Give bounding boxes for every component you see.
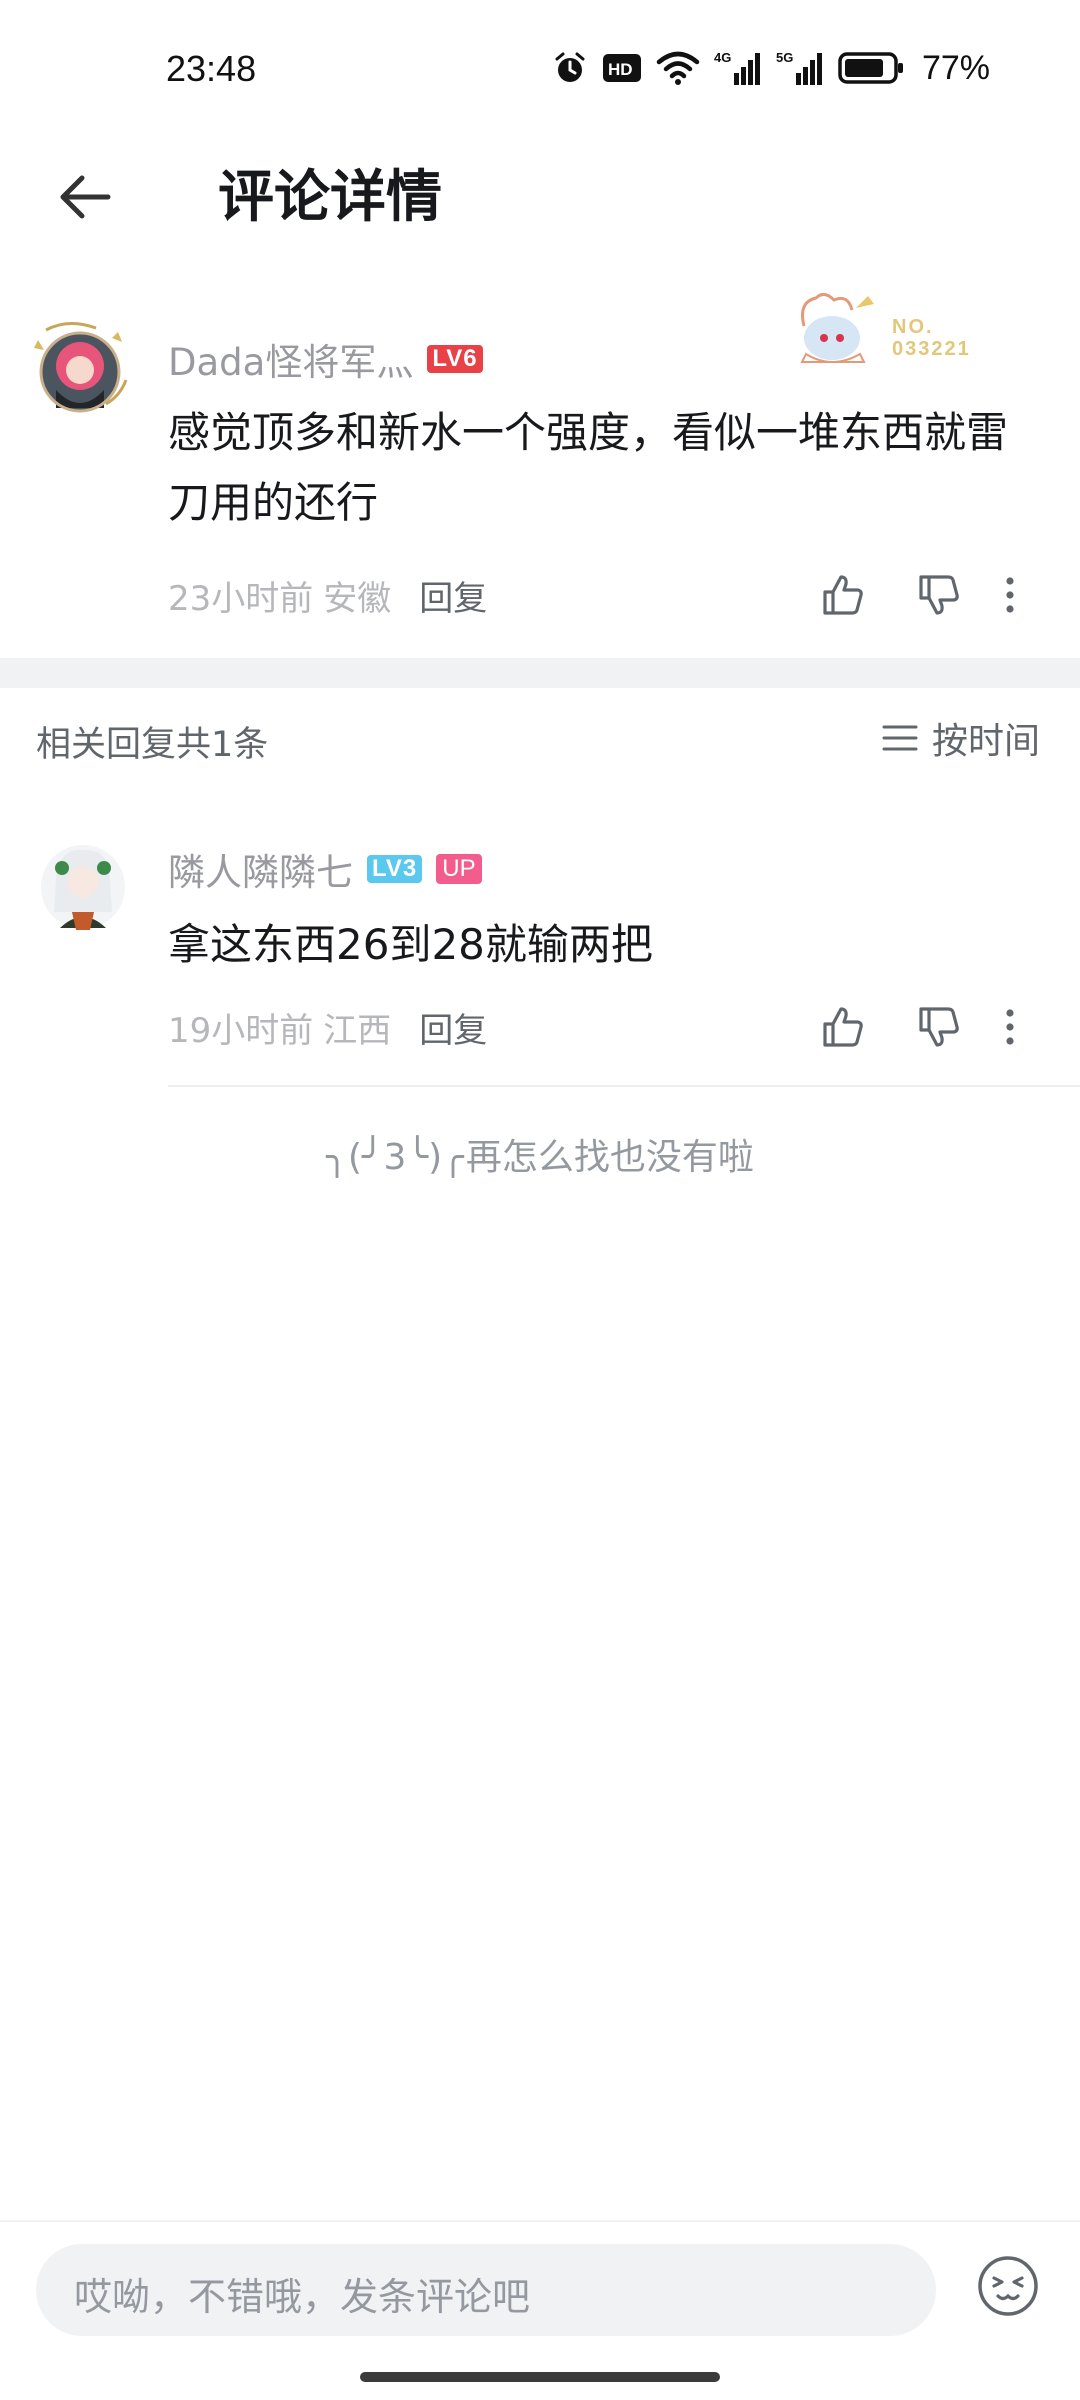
- reply-button[interactable]: 回复: [419, 1003, 487, 1052]
- comment-meta: 23小时前 安徽 回复: [168, 570, 1048, 620]
- username-text: 隣人隣隣七: [168, 851, 353, 894]
- reply-time: 19小时前: [168, 1010, 314, 1051]
- reply-text: 拿这东西26到28就输两把: [168, 920, 653, 969]
- thumbs-up-icon: [823, 1007, 863, 1047]
- reply-separator: [168, 1085, 1080, 1087]
- more-button[interactable]: [990, 564, 1030, 626]
- thumbs-down-icon: [919, 575, 959, 615]
- replies-header: 相关回复共1条 按时间: [0, 688, 1080, 792]
- status-bar: 23:48 HD 4G 5G 77%: [0, 0, 1080, 140]
- avatar[interactable]: [28, 320, 132, 424]
- level-badge: LV3: [367, 855, 423, 883]
- more-vertical-icon: [1006, 577, 1014, 613]
- comment-input-bar: 哎呦，不错哦，发条评论吧: [0, 2220, 1080, 2400]
- fan-badge: NO. 033221: [790, 288, 1010, 372]
- avatar[interactable]: [38, 842, 128, 932]
- thumbs-down-icon: [919, 1007, 959, 1047]
- dislike-button[interactable]: [908, 564, 970, 626]
- hd-icon: HD: [602, 54, 641, 82]
- section-divider: [0, 658, 1080, 688]
- status-icons: HD 4G 5G 77%: [552, 46, 990, 90]
- comment-actions: [812, 564, 1030, 626]
- thumbs-up-icon: [823, 575, 863, 615]
- arrow-left-icon: [60, 175, 111, 219]
- signal-5g-icon: 5G: [776, 50, 822, 85]
- reply-item: 隣人隣隣七 LV3 UP 拿这东西26到28就输两把 19小时前 江西 回复: [0, 820, 1080, 1087]
- battery-percentage: 77%: [921, 48, 990, 87]
- signal-4g-icon: 4G: [714, 50, 760, 85]
- more-button[interactable]: [990, 996, 1030, 1058]
- wifi-icon: [656, 51, 700, 85]
- battery-icon: [838, 52, 903, 84]
- reply-location: 江西: [323, 1010, 392, 1051]
- reply-button[interactable]: 回复: [419, 571, 487, 620]
- list-icon: [882, 725, 918, 751]
- status-time: 23:48: [166, 48, 257, 89]
- alarm-icon: [555, 52, 585, 82]
- dislike-button[interactable]: [908, 996, 970, 1058]
- reply-meta: 19小时前 江西 回复: [168, 1002, 1048, 1052]
- svg-text:4G: 4G: [714, 50, 731, 65]
- like-button[interactable]: [812, 996, 874, 1058]
- kaomoji-face: ╮(╯3╰)╭: [326, 1137, 464, 1178]
- comment-author[interactable]: Dada怪将军灬 LV6: [168, 332, 483, 386]
- back-button[interactable]: [48, 160, 122, 234]
- svg-text:5G: 5G: [776, 50, 793, 65]
- up-badge: UP: [436, 854, 482, 884]
- sort-button[interactable]: 按时间: [882, 712, 1040, 764]
- username-text: Dada怪将军灬: [168, 341, 414, 384]
- comment-location: 安徽: [323, 578, 392, 619]
- top-header: 评论详情: [0, 140, 1080, 280]
- end-text: 再怎么找也没有啦: [465, 1137, 754, 1178]
- more-vertical-icon: [1006, 1009, 1014, 1045]
- emoji-icon: [978, 2256, 1038, 2316]
- sort-label: 按时间: [931, 721, 1040, 762]
- fan-badge-number: NO. 033221: [892, 316, 971, 360]
- main-comment: Dada怪将军灬 LV6 NO. 033221 感觉顶多和新水一个强度，看似一堆…: [0, 280, 1080, 658]
- input-placeholder: 哎呦，不错哦，发条评论吧: [74, 2275, 531, 2319]
- replies-count: 相关回复共1条: [36, 725, 269, 765]
- reply-author[interactable]: 隣人隣隣七 LV3 UP: [168, 842, 482, 896]
- comment-time: 23小时前: [168, 578, 314, 619]
- home-indicator[interactable]: [360, 2372, 720, 2382]
- level-badge: LV6: [427, 345, 483, 373]
- reply-actions: [812, 996, 1030, 1058]
- mascot-icon: [800, 293, 874, 363]
- page-title: 评论详情: [218, 165, 442, 230]
- end-of-list-message: ╮(╯3╰)╭再怎么找也没有啦: [0, 1128, 1080, 1180]
- emoji-button[interactable]: [976, 2254, 1040, 2318]
- comment-input[interactable]: 哎呦，不错哦，发条评论吧: [36, 2244, 936, 2336]
- comment-text: 感觉顶多和新水一个强度，看似一堆东西就雷刀用的还行: [168, 408, 1009, 527]
- like-button[interactable]: [812, 564, 874, 626]
- svg-text:HD: HD: [608, 60, 633, 79]
